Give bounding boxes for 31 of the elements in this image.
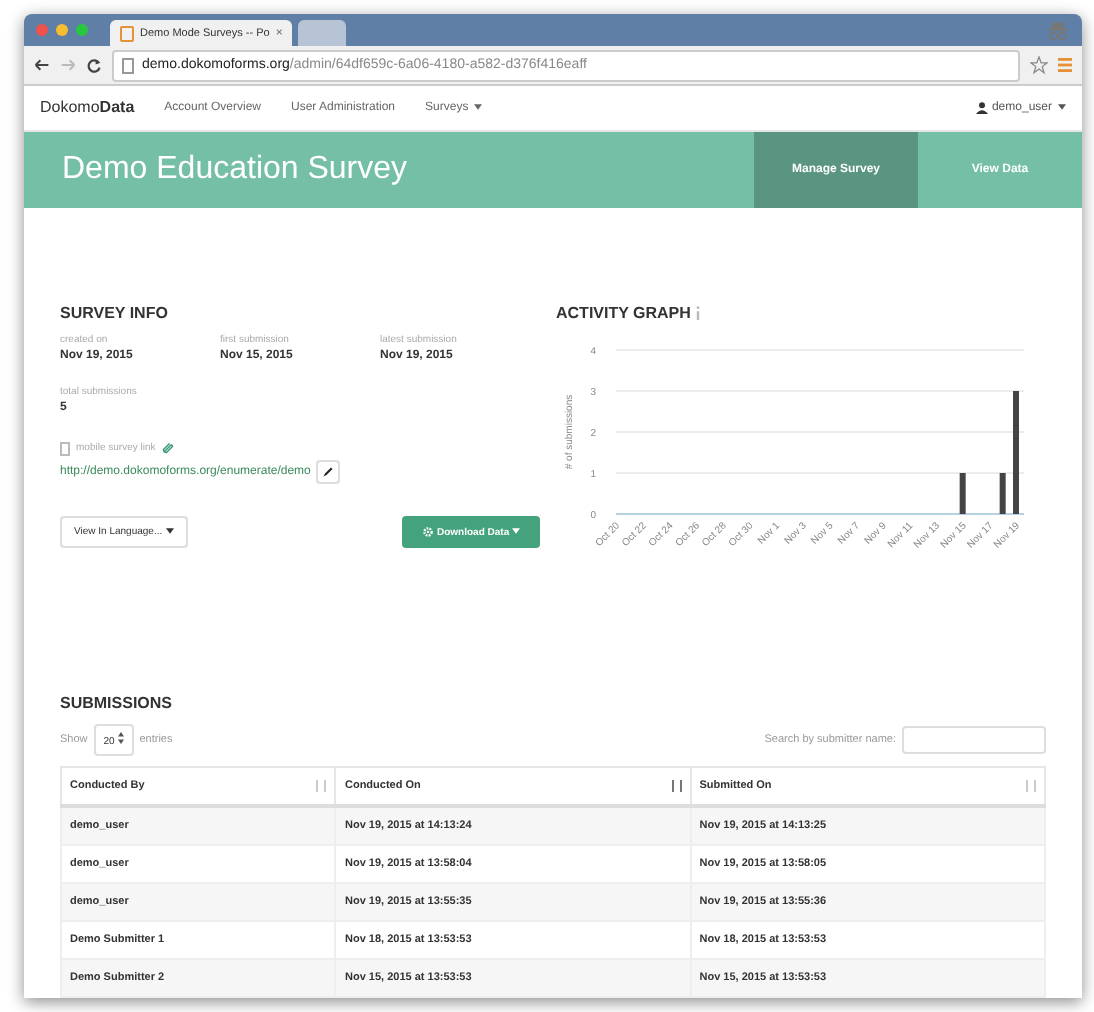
section-heading: SUBMISSIONS xyxy=(60,693,175,712)
zoom-window-icon[interactable] xyxy=(76,24,88,37)
bar xyxy=(1013,390,1019,514)
menu-icon[interactable] xyxy=(1058,58,1072,73)
minimize-window-icon[interactable] xyxy=(56,24,68,37)
brand-logo[interactable]: DokomoData xyxy=(40,98,135,117)
updown-arrows-icon xyxy=(117,731,124,744)
browser-tab[interactable] xyxy=(298,20,347,47)
paperclip-icon xyxy=(161,442,174,455)
forward-arrow-icon[interactable] xyxy=(60,58,76,73)
caret-icon xyxy=(165,527,173,534)
search-field[interactable] xyxy=(902,725,1046,754)
caret-icon xyxy=(1058,104,1066,111)
bar xyxy=(999,472,1006,514)
bar xyxy=(959,472,966,514)
close-window-icon[interactable] xyxy=(36,24,48,37)
back-arrow-icon[interactable] xyxy=(34,58,50,73)
section-heading: ACTIVITY GRAPH xyxy=(556,303,691,322)
caret-icon xyxy=(474,104,483,111)
pencil-icon xyxy=(322,465,335,478)
user-icon xyxy=(975,101,988,114)
reload-icon[interactable] xyxy=(86,57,102,74)
star-icon[interactable] xyxy=(1030,56,1048,75)
info-icon[interactable] xyxy=(696,305,701,320)
caret-icon xyxy=(512,528,520,535)
phone-icon xyxy=(60,441,70,456)
edit-button[interactable] xyxy=(316,459,341,484)
gear-icon xyxy=(422,525,435,538)
spy-icon xyxy=(1046,19,1070,42)
section-heading: SURVEY INFO xyxy=(60,303,170,322)
survey-title: Demo Education Survey xyxy=(62,151,408,188)
